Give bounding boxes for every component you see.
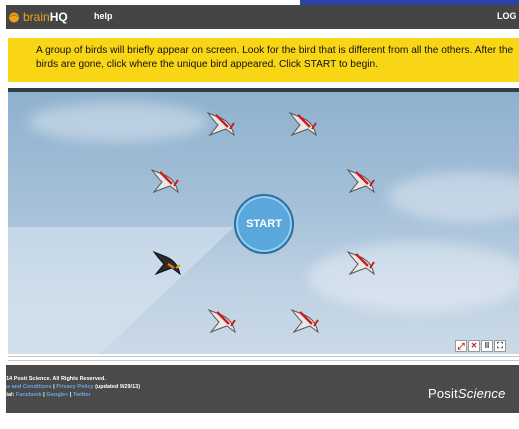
bird-bottom-left: [207, 308, 236, 334]
bird-upper-left: [150, 168, 179, 194]
page-footer: 2014 Posit Science. All Rights Reserved.…: [0, 365, 519, 413]
game-area[interactable]: START ⤢ ✕ II ⛶: [8, 92, 519, 354]
terms-link[interactable]: rms and Conditions: [0, 384, 52, 390]
logo-brain-text: brain: [23, 10, 50, 24]
pause-icon[interactable]: II: [481, 340, 493, 352]
top-navigation-bar: brain HQ help LOG: [0, 5, 519, 29]
social-links-line: ocial: Facebook | Google+ | Twitter: [0, 392, 91, 398]
game-controls: ⤢ ✕ II ⛶: [455, 340, 506, 352]
privacy-link[interactable]: Privacy Policy: [56, 384, 93, 390]
brain-logo-icon: [9, 12, 19, 23]
updated-text: (updated 9/29/13): [93, 384, 141, 390]
logo-hq-text: HQ: [49, 10, 68, 24]
posit-science-logo[interactable]: PositScience: [428, 386, 506, 401]
bird-bottom-right: [290, 308, 319, 334]
instructions-banner: A group of birds will briefly appear on …: [8, 38, 519, 82]
footer-divider: [8, 360, 519, 361]
legal-links-line: rms and Conditions | Privacy Policy (upd…: [0, 384, 140, 390]
bird-top-right: [288, 111, 317, 137]
copyright-line: 2014 Posit Science. All Rights Reserved.: [0, 376, 106, 382]
logo-science-text: Science: [457, 386, 506, 401]
brainhq-logo[interactable]: brain HQ: [8, 8, 68, 26]
browser-window: brain HQ help LOG A group of birds will b…: [0, 5, 519, 429]
help-link[interactable]: help: [94, 11, 113, 21]
expand-icon[interactable]: ⤢: [455, 340, 467, 352]
instructions-text: A group of birds will briefly appear on …: [36, 45, 514, 70]
facebook-link[interactable]: Facebook: [16, 392, 42, 398]
start-button[interactable]: START: [234, 194, 294, 254]
bird-top-left: [206, 111, 235, 137]
page-bottom: [0, 413, 519, 429]
bird-lower-right: [346, 250, 375, 276]
footer-divider: [8, 356, 519, 357]
login-link[interactable]: LOG: [497, 11, 517, 21]
twitter-link[interactable]: Twitter: [73, 392, 91, 398]
close-icon[interactable]: ✕: [468, 340, 480, 352]
start-button-label: START: [246, 218, 282, 230]
bird-lower-left-unique: [152, 250, 181, 276]
logo-posit-text: Posit: [428, 386, 458, 401]
desktop-left-edge: [0, 0, 6, 424]
fullscreen-icon[interactable]: ⛶: [494, 340, 506, 352]
bird-upper-right: [346, 168, 375, 194]
google-plus-link[interactable]: Google+: [46, 392, 68, 398]
copyright-text: 2014 Posit Science. All Rights Reserved.: [0, 376, 106, 382]
